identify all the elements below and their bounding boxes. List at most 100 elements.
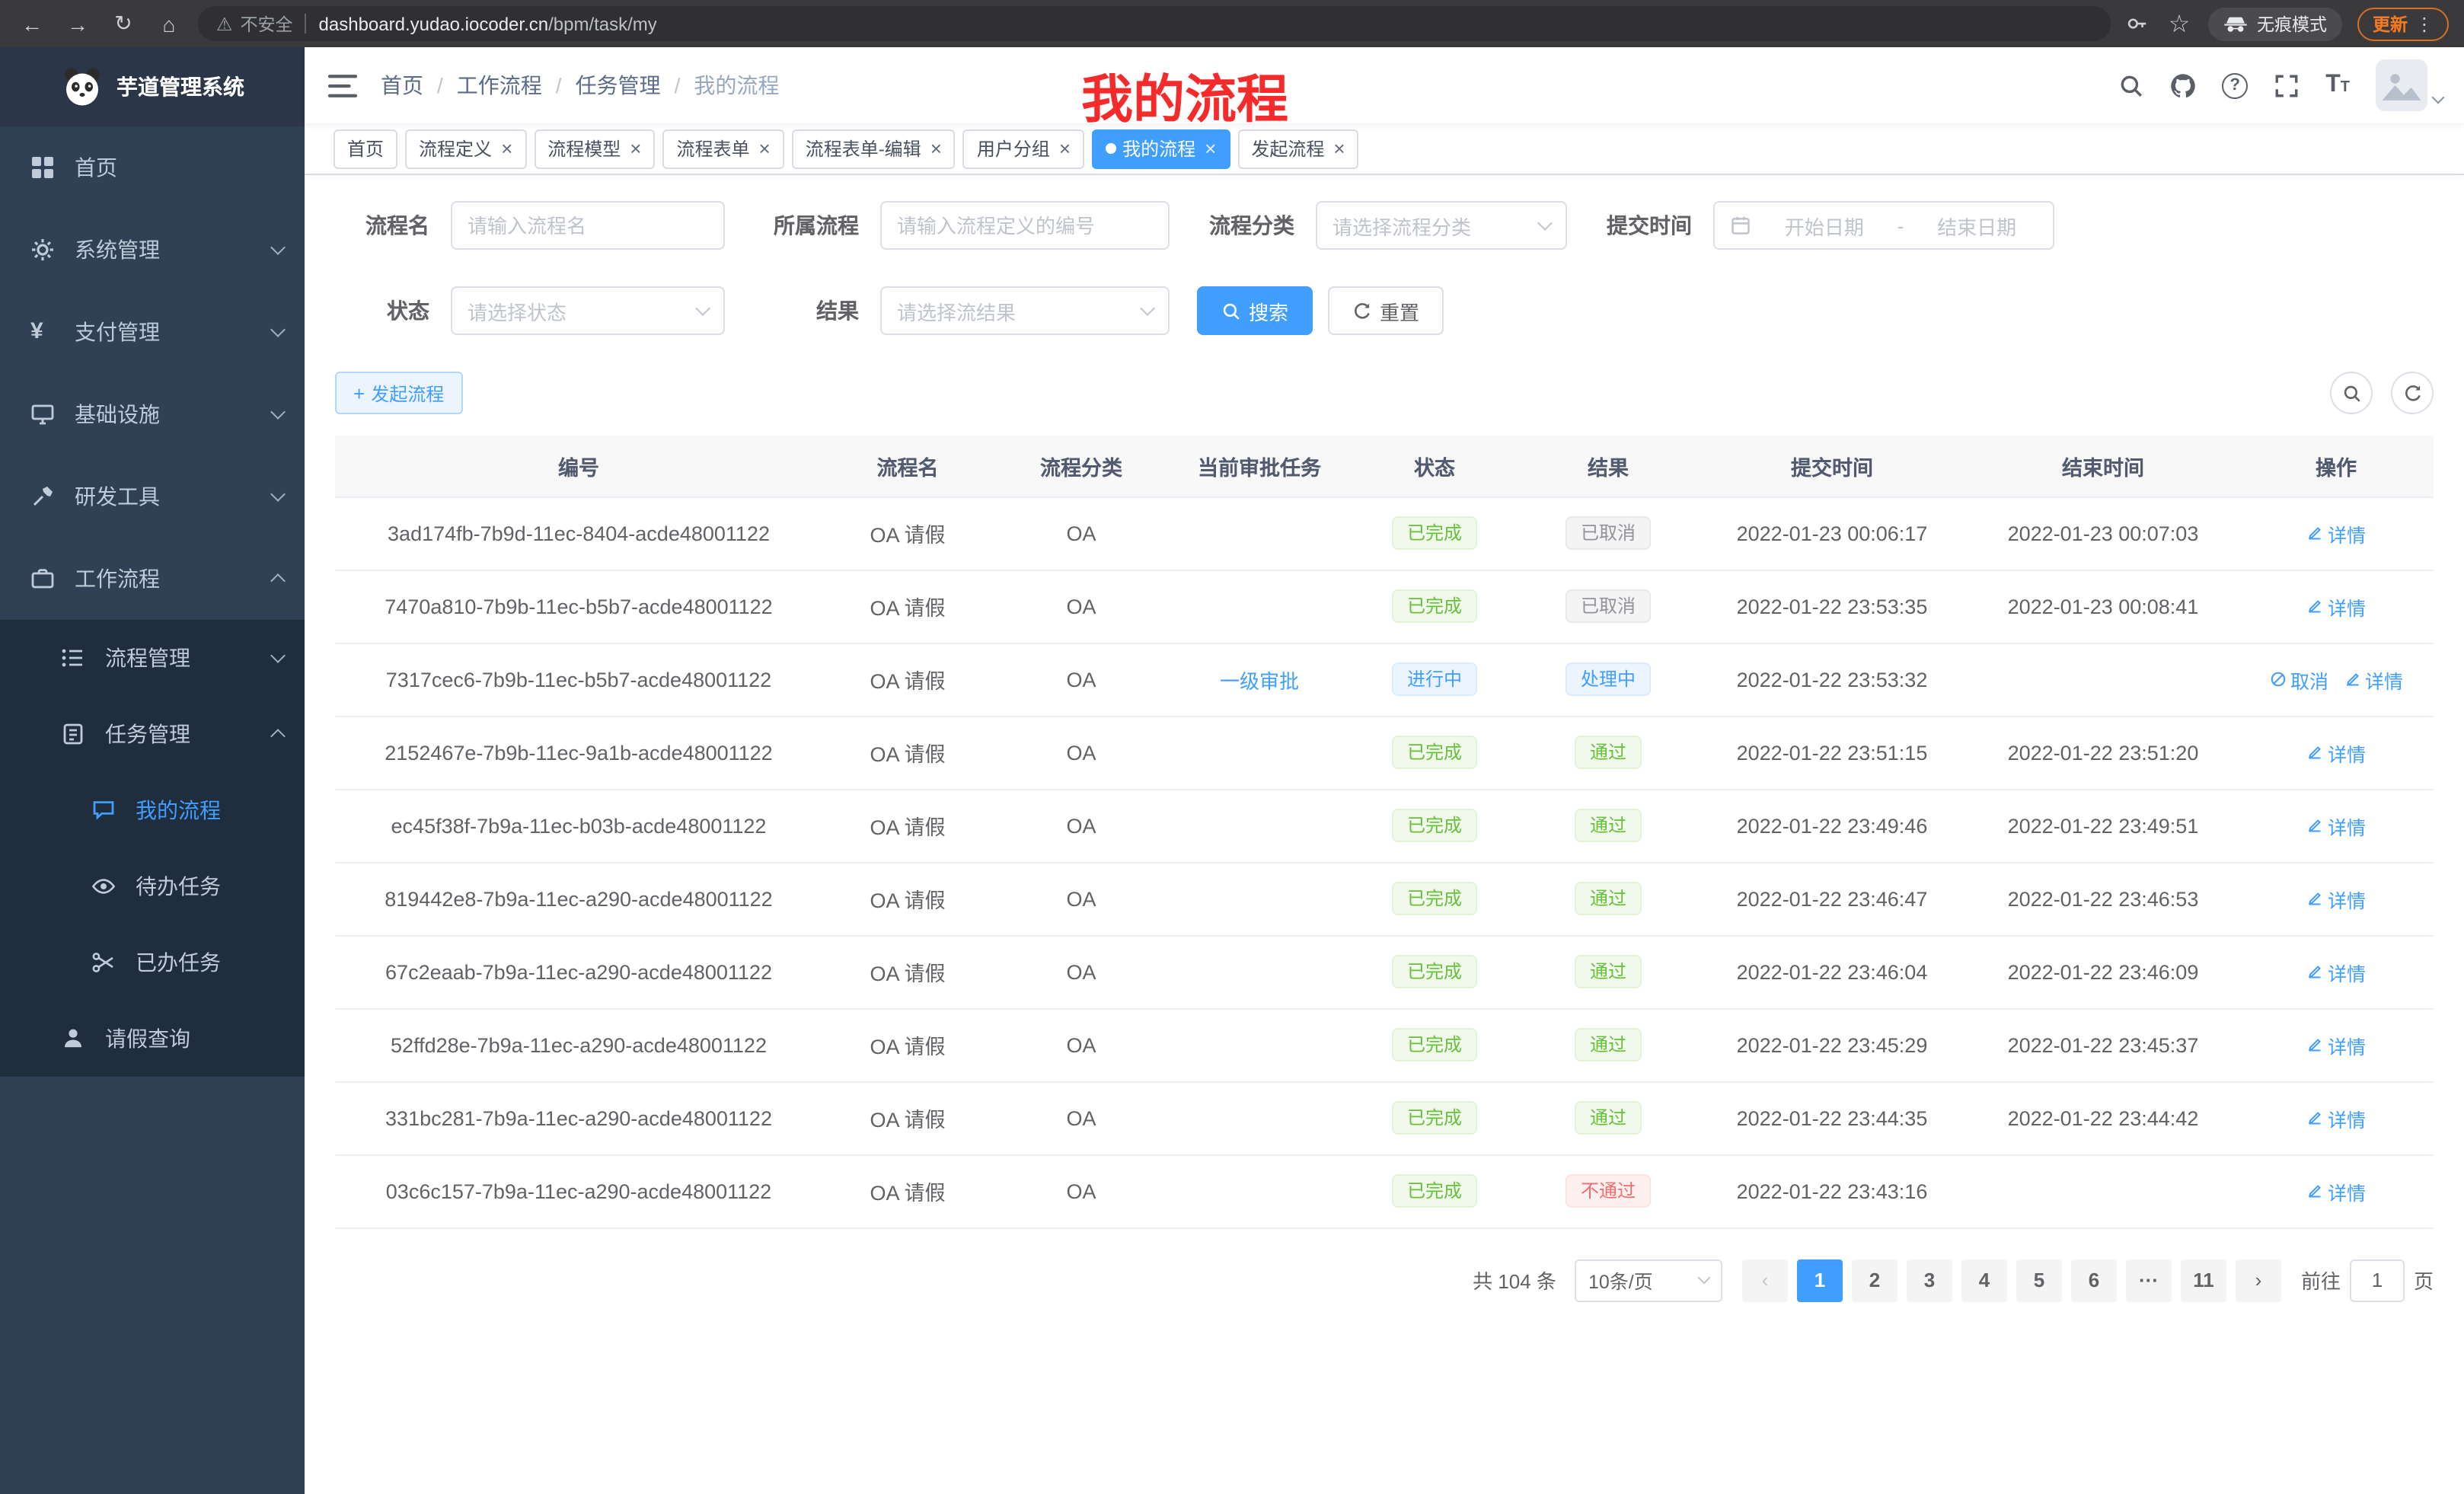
leave-query-icon: [61, 1026, 88, 1051]
detail-link[interactable]: 详情: [2344, 665, 2403, 694]
sidebar-item-leave-query[interactable]: 请假查询: [0, 1001, 305, 1077]
tab-user-group[interactable]: 用户分组×: [963, 129, 1084, 168]
tab-home[interactable]: 首页: [334, 129, 397, 168]
password-key-icon[interactable]: [2123, 10, 2150, 37]
process-definition-input[interactable]: [880, 201, 1170, 250]
question-icon[interactable]: ?: [2222, 72, 2248, 98]
sidebar-item-home[interactable]: 首页: [0, 126, 305, 209]
sidebar-item-todo-tasks[interactable]: 待办任务: [0, 848, 305, 924]
process-name-input[interactable]: [451, 201, 725, 250]
back-icon[interactable]: ←: [15, 11, 49, 36]
cell-result: 通过: [1520, 789, 1696, 862]
detail-link[interactable]: 详情: [2306, 1103, 2366, 1132]
toggle-search-button[interactable]: [2330, 372, 2373, 414]
done-task-icon: [91, 950, 119, 975]
forward-icon[interactable]: →: [61, 11, 94, 36]
sidebar-item-done-tasks[interactable]: 已办任务: [0, 924, 305, 1001]
current-task-link[interactable]: 一级审批: [1220, 669, 1299, 692]
tab-close-icon[interactable]: ×: [1205, 139, 1216, 158]
bookmark-star-icon[interactable]: ☆: [2166, 10, 2193, 37]
reload-icon[interactable]: ↻: [107, 11, 140, 37]
tab-close-icon[interactable]: ×: [1333, 139, 1345, 158]
font-size-icon[interactable]: TT: [2325, 73, 2350, 97]
page-button-5[interactable]: 5: [2016, 1259, 2062, 1301]
sidebar-menu: 首页系统管理¥支付管理基础设施研发工具工作流程流程管理任务管理我的流程待办任务已…: [0, 126, 305, 1077]
refresh-table-button[interactable]: [2391, 372, 2434, 414]
breadcrumb-item[interactable]: 工作流程: [457, 70, 542, 101]
cell-id: 7317cec6-7b9b-11ec-b5b7-acde48001122: [335, 643, 822, 716]
tab-process-definition[interactable]: 流程定义×: [405, 129, 526, 168]
sidebar-item-my-process[interactable]: 我的流程: [0, 772, 305, 848]
create-process-button[interactable]: + 发起流程: [335, 372, 462, 414]
breadcrumb-item[interactable]: 任务管理: [576, 70, 661, 101]
home-button-icon[interactable]: ⌂: [152, 11, 186, 36]
tab-close-icon[interactable]: ×: [501, 139, 512, 158]
sidebar-item-workflow[interactable]: 工作流程: [0, 538, 305, 620]
avatar-menu[interactable]: [2376, 59, 2443, 111]
breadcrumb-item[interactable]: 首页: [381, 70, 423, 101]
update-button[interactable]: 更新 ⋮: [2357, 7, 2449, 40]
cell-category: OA: [993, 935, 1170, 1008]
sidebar-item-devtools[interactable]: 研发工具: [0, 455, 305, 538]
tab-start-process[interactable]: 发起流程×: [1237, 129, 1358, 168]
detail-link[interactable]: 详情: [2306, 738, 2366, 767]
cancel-link[interactable]: 取消: [2269, 665, 2328, 694]
cell-actions: 详情: [2239, 862, 2434, 935]
cell-result: 通过: [1520, 935, 1696, 1008]
browser-menu-icon[interactable]: ⋮: [2415, 13, 2434, 34]
date-range-picker[interactable]: 开始日期 - 结束日期: [1713, 201, 2054, 250]
tab-close-icon[interactable]: ×: [930, 139, 942, 158]
detail-link[interactable]: 详情: [2306, 811, 2366, 840]
search-button[interactable]: 搜索: [1197, 286, 1313, 335]
github-icon[interactable]: [2170, 72, 2196, 98]
page-button-11[interactable]: 11: [2181, 1259, 2226, 1301]
next-page-button[interactable]: ›: [2236, 1259, 2281, 1301]
result-select[interactable]: 请选择流结果: [880, 286, 1170, 335]
sidebar-item-process-manage[interactable]: 流程管理: [0, 620, 305, 696]
page-button-6[interactable]: 6: [2071, 1259, 2117, 1301]
tab-my-process[interactable]: 我的流程×: [1092, 129, 1230, 168]
reset-button[interactable]: 重置: [1328, 286, 1444, 335]
cell-current-task: [1170, 1008, 1349, 1081]
tab-close-icon[interactable]: ×: [630, 139, 641, 158]
cell-id: 2152467e-7b9b-11ec-9a1b-acde48001122: [335, 716, 822, 789]
detail-link[interactable]: 详情: [2306, 1030, 2366, 1059]
page-button-3[interactable]: 3: [1907, 1259, 1952, 1301]
cell-id: 7470a810-7b9b-11ec-b5b7-acde48001122: [335, 570, 822, 643]
category-select[interactable]: 请选择流程分类: [1316, 201, 1567, 250]
detail-link[interactable]: 详情: [2306, 884, 2366, 913]
tab-process-form-edit[interactable]: 流程表单-编辑×: [792, 129, 956, 168]
tab-close-icon[interactable]: ×: [759, 139, 771, 158]
page-button-2[interactable]: 2: [1852, 1259, 1897, 1301]
cell-category: OA: [993, 496, 1170, 570]
chevron-up-icon: [273, 726, 283, 742]
cancel-icon: [2269, 670, 2287, 688]
sidebar: 芋道管理系统 首页系统管理¥支付管理基础设施研发工具工作流程流程管理任务管理我的…: [0, 47, 305, 1494]
status-select[interactable]: 请选择状态: [451, 286, 725, 335]
detail-link[interactable]: 详情: [2306, 592, 2366, 621]
security-warning[interactable]: ⚠ 不安全: [216, 11, 293, 36]
detail-link[interactable]: 详情: [2306, 1176, 2366, 1205]
tab-close-icon[interactable]: ×: [1059, 139, 1071, 158]
fullscreen-icon[interactable]: [2274, 72, 2300, 98]
page-size-select[interactable]: 10条/页: [1575, 1259, 1722, 1301]
address-bar[interactable]: ⚠ 不安全 dashboard.yudao.iocoder.cn/bpm/tas…: [198, 6, 2111, 41]
cell-current-task: [1170, 935, 1349, 1008]
search-icon[interactable]: [2118, 72, 2144, 98]
sidebar-item-system[interactable]: 系统管理: [0, 209, 305, 291]
tab-process-model[interactable]: 流程模型×: [534, 129, 655, 168]
detail-link[interactable]: 详情: [2306, 519, 2366, 547]
detail-link[interactable]: 详情: [2306, 957, 2366, 986]
goto-page-input[interactable]: [2350, 1259, 2405, 1301]
sidebar-item-task-manage[interactable]: 任务管理: [0, 696, 305, 772]
devtools-icon: [30, 484, 58, 509]
tab-process-form[interactable]: 流程表单×: [662, 129, 784, 168]
page-button-1[interactable]: 1: [1797, 1259, 1843, 1301]
sidebar-item-payment[interactable]: ¥支付管理: [0, 291, 305, 373]
sidebar-item-infrastructure[interactable]: 基础设施: [0, 373, 305, 455]
page-button-4[interactable]: 4: [1961, 1259, 2007, 1301]
hamburger-icon[interactable]: [305, 72, 381, 98]
cell-actions: 详情: [2239, 935, 2434, 1008]
avatar[interactable]: [2376, 59, 2427, 111]
prev-page-button[interactable]: ‹: [1742, 1259, 1788, 1301]
